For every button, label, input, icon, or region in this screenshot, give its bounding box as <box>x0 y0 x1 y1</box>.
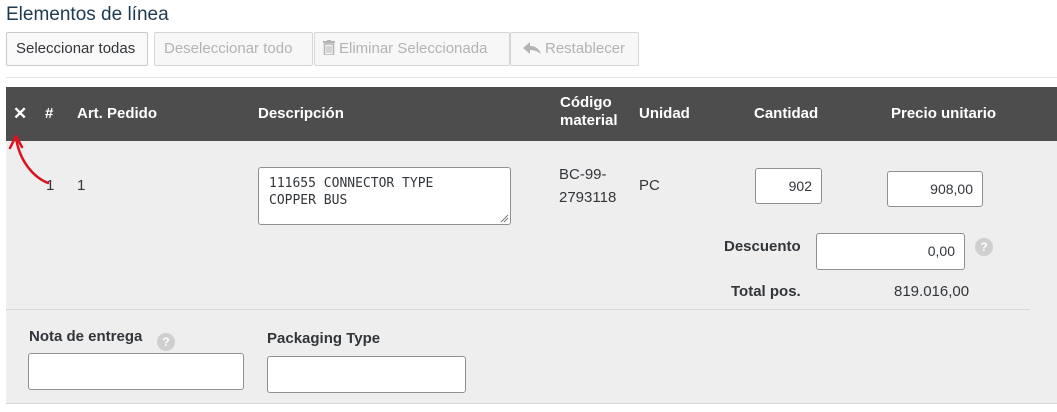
header-material-code: Código material <box>560 94 618 130</box>
header-material-code-line2: material <box>560 112 618 129</box>
discount-label: Descuento <box>724 238 801 255</box>
total-label: Total pos. <box>731 283 801 300</box>
resize-handle-icon[interactable] <box>500 214 509 223</box>
divider <box>6 309 1030 310</box>
select-all-button[interactable]: Seleccionar todas <box>6 32 148 66</box>
header-description: Descripción <box>258 105 344 122</box>
packaging-type-input[interactable] <box>267 356 466 393</box>
reset-button[interactable]: Restablecer <box>510 32 639 66</box>
trash-icon <box>323 35 335 67</box>
row-material-code-line1: BC-99- <box>559 166 607 183</box>
delivery-note-input[interactable] <box>28 353 244 390</box>
header-unit-price: Precio unitario <box>891 105 997 122</box>
help-icon[interactable]: ? <box>975 238 993 256</box>
row-unit: PC <box>639 177 660 194</box>
red-annotation-arrow <box>8 134 50 185</box>
table-header: ✕ # Art. Pedido Descripción Código mater… <box>6 87 1057 141</box>
toolbar-divider <box>6 77 1057 78</box>
description-textarea[interactable]: 111655 CONNECTOR TYPE COPPER BUS <box>258 167 511 225</box>
undo-arrow-icon <box>523 35 541 67</box>
delete-selected-button[interactable]: Eliminar Seleccionada <box>314 32 510 66</box>
page-title: Elementos de línea <box>6 4 169 25</box>
packaging-type-label: Packaging Type <box>267 330 381 347</box>
deselect-all-button[interactable]: Deseleccionar todo <box>154 32 313 66</box>
delete-selected-label: Eliminar Seleccionada <box>339 40 488 57</box>
bottom-divider <box>6 403 1057 404</box>
row-material-code-line2: 2793118 <box>559 189 617 206</box>
discount-input[interactable]: 0,00 <box>816 233 965 270</box>
header-num: # <box>45 105 54 122</box>
header-unit: Unidad <box>639 105 690 122</box>
help-icon[interactable]: ? <box>157 333 175 351</box>
total-value: 819.016,00 <box>894 283 970 300</box>
header-quantity: Cantidad <box>754 105 819 122</box>
reset-label: Restablecer <box>545 40 626 57</box>
row-material-code: BC-99- 2793118 <box>559 163 616 209</box>
row-order-item: 1 <box>77 177 86 194</box>
delivery-note-label: Nota de entrega <box>29 328 143 345</box>
header-order-item: Art. Pedido <box>77 105 158 122</box>
close-icon[interactable]: ✕ <box>13 105 27 123</box>
select-all-label: Seleccionar todas <box>16 40 136 57</box>
deselect-all-label: Deseleccionar todo <box>164 40 293 57</box>
quantity-input[interactable]: 902 <box>755 168 822 204</box>
header-material-code-line1: Código <box>560 94 612 111</box>
unit-price-input[interactable]: 908,00 <box>887 171 983 207</box>
